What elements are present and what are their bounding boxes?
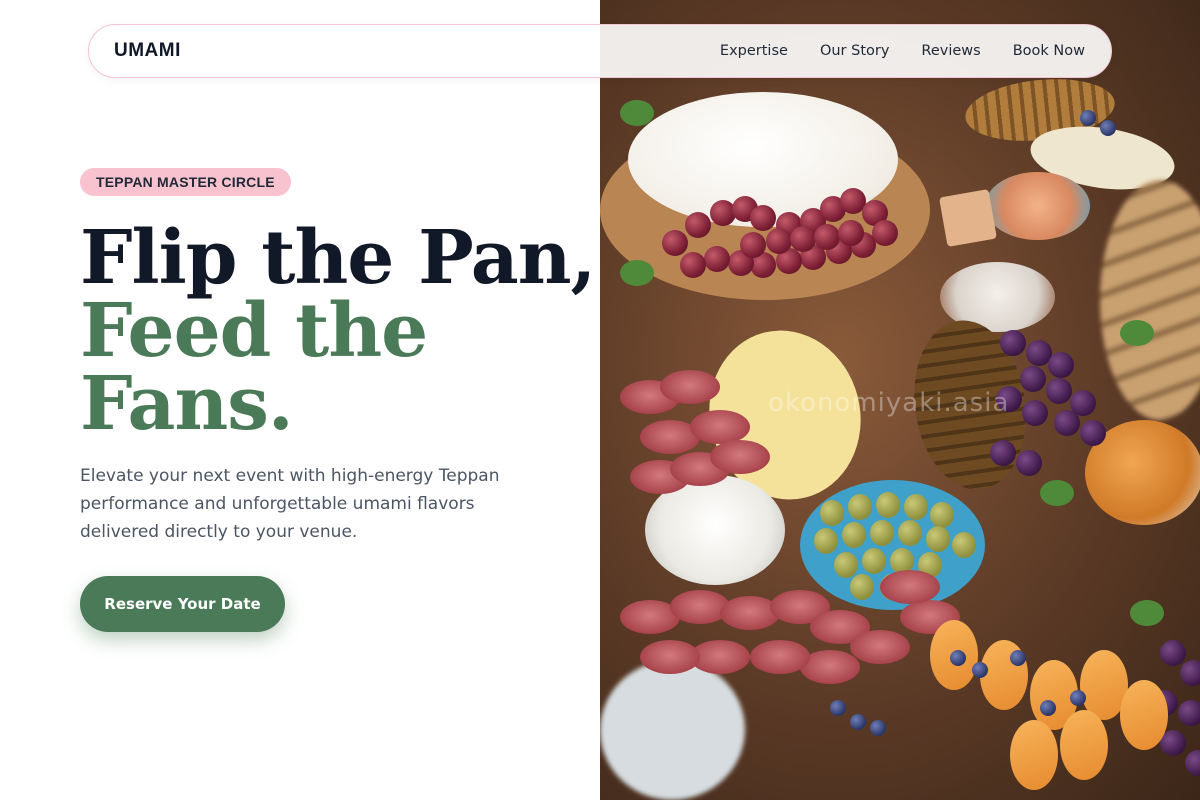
green-olive xyxy=(876,492,900,518)
blueberry xyxy=(870,720,886,736)
hero-description: Elevate your next event with high-energy… xyxy=(80,466,500,542)
green-olive xyxy=(820,500,844,526)
blueberry xyxy=(1100,120,1116,136)
salami-slice xyxy=(850,630,910,664)
green-olive xyxy=(814,528,838,554)
purple-grape xyxy=(1185,750,1200,776)
nav-link-expertise[interactable]: Expertise xyxy=(720,43,788,59)
salami-slice xyxy=(690,410,750,444)
blueberry xyxy=(1080,110,1096,126)
bread-slices xyxy=(1100,180,1200,420)
green-olive xyxy=(930,502,954,528)
purple-grape xyxy=(1160,640,1186,666)
melon-wedge xyxy=(1010,720,1058,790)
red-grape xyxy=(685,212,711,238)
blueberry xyxy=(830,700,846,716)
headline-line-2: Feed the xyxy=(80,288,428,374)
red-grape xyxy=(790,226,816,252)
purple-grape xyxy=(1022,400,1048,426)
blueberry xyxy=(950,650,966,666)
red-grape xyxy=(704,246,730,272)
brand-logo[interactable]: UMAMI xyxy=(114,40,181,62)
leaf-garnish xyxy=(1120,320,1154,346)
blueberry xyxy=(850,714,866,730)
green-olive xyxy=(842,522,866,548)
green-olive xyxy=(848,494,872,520)
nav-link-our-story[interactable]: Our Story xyxy=(820,43,889,59)
red-grape xyxy=(680,252,706,278)
green-olive xyxy=(834,552,858,578)
salami-slice xyxy=(660,370,720,404)
green-olive xyxy=(904,494,928,520)
blueberry xyxy=(1010,650,1026,666)
leaf-garnish xyxy=(1040,480,1074,506)
nav-link-reviews[interactable]: Reviews xyxy=(921,43,980,59)
nav-links: Expertise Our Story Reviews Book Now xyxy=(720,43,1085,59)
green-olive xyxy=(926,526,950,552)
red-grape xyxy=(814,224,840,250)
green-olive xyxy=(850,574,874,600)
salami-slice xyxy=(640,640,700,674)
headline-line-3: Fans. xyxy=(80,361,294,447)
blueberry xyxy=(1070,690,1086,706)
green-olive xyxy=(870,520,894,546)
hero-food-image: okonomiyaki.asia xyxy=(600,0,1200,800)
red-grape xyxy=(872,220,898,246)
purple-grape xyxy=(1080,420,1106,446)
green-olive xyxy=(862,548,886,574)
headline-line-1: Flip the Pan, xyxy=(80,215,596,301)
orange-dip-bowl xyxy=(985,172,1090,240)
reserve-date-button[interactable]: Reserve Your Date xyxy=(80,576,285,632)
leaf-garnish xyxy=(620,260,654,286)
purple-grape xyxy=(1016,450,1042,476)
purple-grape xyxy=(1048,352,1074,378)
purple-grape xyxy=(1020,366,1046,392)
red-grape xyxy=(838,220,864,246)
red-grape xyxy=(662,230,688,256)
salami-slice xyxy=(750,640,810,674)
purple-grape xyxy=(1054,410,1080,436)
melon-wedge xyxy=(1060,710,1108,780)
leaf-garnish xyxy=(1130,600,1164,626)
blue-cheese xyxy=(600,652,752,800)
food-label-sign xyxy=(939,189,997,247)
salami-slice xyxy=(880,570,940,604)
green-olive xyxy=(898,520,922,546)
red-grape xyxy=(766,228,792,254)
purple-grape xyxy=(1178,700,1200,726)
purple-grape xyxy=(1180,660,1200,686)
purple-grape xyxy=(1046,378,1072,404)
hero-badge: TEPPAN MASTER CIRCLE xyxy=(80,168,291,196)
leaf-garnish xyxy=(620,100,654,126)
green-olive xyxy=(952,532,976,558)
red-grape xyxy=(740,232,766,258)
top-navbar: UMAMI Expertise Our Story Reviews Book N… xyxy=(88,24,1112,78)
red-grape xyxy=(750,205,776,231)
purple-grape xyxy=(990,440,1016,466)
melon-wedge xyxy=(1120,680,1168,750)
blueberry xyxy=(972,662,988,678)
salami-slice xyxy=(710,440,770,474)
blueberry xyxy=(1040,700,1056,716)
purple-grape xyxy=(1000,330,1026,356)
hero-headline: Flip the Pan, Feed the Fans. xyxy=(80,215,596,447)
image-watermark: okonomiyaki.asia xyxy=(768,388,1010,418)
nav-link-book-now[interactable]: Book Now xyxy=(1013,43,1085,59)
